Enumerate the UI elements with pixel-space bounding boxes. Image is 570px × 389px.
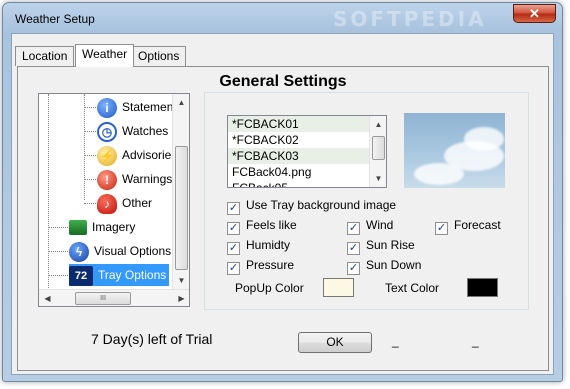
list-item[interactable]: *FCBACK02: [228, 132, 386, 148]
title-bar[interactable]: Weather Setup SOFTPEDIA ✕: [3, 3, 562, 33]
tree-branch: [84, 203, 96, 204]
tree-item-watches[interactable]: ◷ Watches: [97, 120, 168, 142]
pressure-checkbox[interactable]: ✓ Pressure: [227, 257, 295, 275]
dialog-client: Location Weather Options General Setting…: [11, 33, 554, 375]
background-preview-image: [404, 113, 505, 188]
tree-line-child: [84, 94, 85, 200]
checkbox-checked-icon: ✓: [435, 222, 448, 235]
checkbox-label: Feels like: [246, 218, 297, 232]
weather-setup-window: Weather Setup SOFTPEDIA ✕ Location Weath…: [2, 2, 563, 382]
checkbox-label: Sun Rise: [366, 238, 415, 252]
checkbox-checked-icon: ✓: [347, 262, 360, 275]
scroll-down-button[interactable]: ▼: [173, 272, 189, 289]
popup-color-label: PopUp Color: [235, 281, 304, 295]
info-icon: i: [97, 97, 117, 118]
use-tray-bg-checkbox[interactable]: ✓ Use Tray background image: [227, 197, 397, 215]
tree-item-tray-options[interactable]: 72 Tray Options: [69, 264, 170, 286]
scroll-up-button[interactable]: ▲: [173, 94, 189, 111]
monitor-icon: [69, 220, 87, 236]
checkbox-label: Sun Down: [366, 258, 422, 272]
list-item[interactable]: *FCBACK01: [228, 116, 386, 132]
tree-item-warnings[interactable]: ! Warnings: [97, 168, 172, 190]
dash-label: _: [472, 334, 479, 348]
sun-rise-checkbox[interactable]: ✓ Sun Rise: [347, 237, 415, 255]
hscroll-thumb[interactable]: III: [75, 292, 131, 305]
panel-heading: General Settings: [219, 73, 347, 90]
warning-icon: !: [97, 169, 117, 190]
feels-like-checkbox[interactable]: ✓ Feels like: [227, 217, 297, 235]
tray-temp-icon: 72: [69, 265, 93, 286]
tree-branch: [48, 227, 68, 228]
tree-item-label: Watches: [122, 124, 169, 138]
stopwatch-icon: ◷: [97, 121, 117, 142]
checkbox-checked-icon: ✓: [227, 202, 240, 215]
list-vertical-scrollbar[interactable]: ▲ ▼: [369, 116, 386, 187]
settings-tree[interactable]: i Statemen ◷ Watches ⚡ Advisories ! Warnings…: [38, 93, 190, 307]
tree-item-other[interactable]: ♪ Other: [97, 192, 152, 214]
tree-branch: [84, 155, 96, 156]
popup-color-swatch[interactable]: [323, 278, 354, 297]
scroll-down-button[interactable]: ▼: [370, 170, 386, 187]
tree-branch: [84, 107, 96, 108]
tray-settings-group: *FCBACK01 *FCBACK02 *FCBACK03 FCBack04.p…: [204, 92, 529, 310]
scroll-thumb[interactable]: [175, 146, 188, 270]
checkbox-label: Pressure: [246, 258, 295, 272]
tree-item-label: Visual Options: [94, 244, 172, 258]
bell-icon: ♪: [97, 193, 117, 214]
checkbox-label: Humidty: [246, 238, 291, 252]
tree-item-label: Warnings: [122, 172, 173, 186]
window-title: Weather Setup: [15, 12, 95, 26]
tree-item-label: Imagery: [92, 220, 136, 234]
tab-location[interactable]: Location: [15, 46, 75, 66]
tree-branch: [84, 131, 96, 132]
tree-item-label: Other: [122, 196, 153, 210]
checkbox-label: Use Tray background image: [246, 198, 397, 212]
lightning-icon: ϟ: [69, 241, 89, 262]
humidity-checkbox[interactable]: ✓ Humidty: [227, 237, 291, 255]
tree-item-statements[interactable]: i Statemen: [97, 96, 173, 118]
list-item[interactable]: *FCBACK03: [228, 148, 386, 164]
tree-horizontal-scrollbar[interactable]: ◀ III ▶: [39, 289, 189, 306]
tree-line: [48, 94, 49, 294]
checkbox-checked-icon: ✓: [347, 222, 360, 235]
background-image-list[interactable]: *FCBACK01 *FCBACK02 *FCBACK03 FCBack04.p…: [227, 115, 387, 188]
trial-status-text: 7 Day(s) left of Trial: [91, 331, 213, 347]
tree-item-advisories[interactable]: ⚡ Advisories: [97, 144, 177, 166]
scroll-right-button[interactable]: ▶: [173, 290, 189, 306]
scroll-left-button[interactable]: ◀: [39, 290, 56, 306]
weather-tab-panel: General Settings i Statemen ◷ Watches ⚡ …: [17, 66, 549, 371]
wind-checkbox[interactable]: ✓ Wind: [347, 217, 394, 235]
tree-branch: [84, 179, 96, 180]
tree-item-label: Statemen: [122, 100, 174, 114]
checkbox-label: Wind: [366, 218, 394, 232]
checkbox-label: Forecast: [454, 218, 501, 232]
scroll-thumb[interactable]: [372, 136, 385, 160]
text-color-label: Text Color: [385, 281, 440, 295]
tab-options[interactable]: Options: [131, 46, 187, 66]
checkbox-checked-icon: ✓: [227, 242, 240, 255]
advisory-icon: ⚡: [97, 145, 117, 166]
sun-down-checkbox[interactable]: ✓ Sun Down: [347, 257, 422, 275]
close-button[interactable]: ✕: [513, 4, 556, 23]
watermark: SOFTPEDIA: [333, 7, 487, 31]
tab-weather[interactable]: Weather: [75, 44, 135, 67]
tree-vertical-scrollbar[interactable]: ▲ ▼: [172, 94, 189, 289]
scroll-up-button[interactable]: ▲: [370, 116, 386, 133]
checkbox-checked-icon: ✓: [227, 262, 240, 275]
tree-item-label: Advisories: [122, 148, 178, 162]
tree-item-visual-options[interactable]: ϟ Visual Options: [69, 240, 171, 262]
tree-branch: [48, 275, 68, 276]
dash-label: _: [392, 334, 399, 348]
text-color-swatch[interactable]: [467, 278, 498, 297]
forecast-checkbox[interactable]: ✓ Forecast: [435, 217, 501, 235]
checkbox-checked-icon: ✓: [347, 242, 360, 255]
tree-item-label: Tray Options: [98, 268, 167, 282]
tree-branch: [48, 251, 68, 252]
list-item[interactable]: FCBack04.png: [228, 164, 386, 180]
checkbox-checked-icon: ✓: [227, 222, 240, 235]
tree-item-imagery[interactable]: Imagery: [69, 216, 135, 238]
list-item[interactable]: FCBack05...: [228, 180, 386, 187]
ok-button[interactable]: OK: [298, 332, 372, 353]
